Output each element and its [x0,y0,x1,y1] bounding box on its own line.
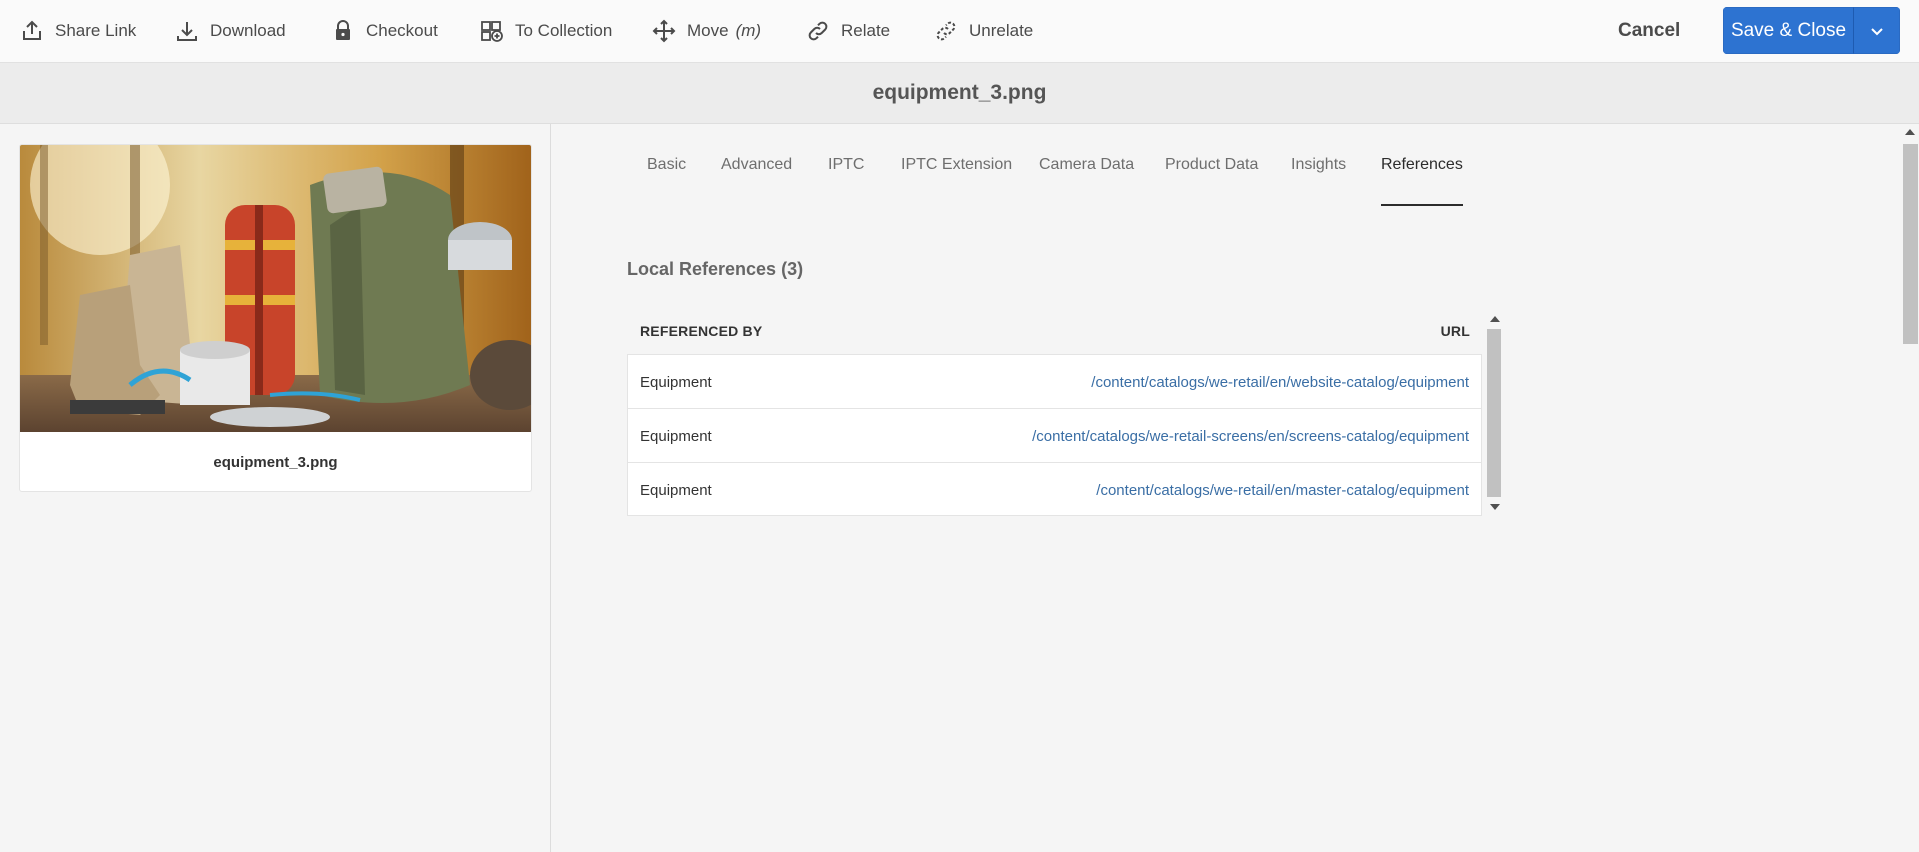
save-close-group: Save & Close [1723,7,1900,54]
move-icon [652,19,676,43]
table-scrollbar[interactable] [1486,312,1502,514]
reference-url-link[interactable]: /content/catalogs/we-retail/en/website-c… [1091,355,1469,409]
share-link-label: Share Link [55,21,137,40]
reference-url-link[interactable]: /content/catalogs/we-retail/en/master-ca… [1096,463,1469,517]
share-link-button[interactable]: Share Link [20,0,136,62]
asset-title-bar: equipment_3.png [0,63,1919,124]
unrelate-button[interactable]: Unrelate [934,0,1033,62]
references-table: REFERENCED BY URL Equipment /content/cat… [627,308,1482,517]
asset-preview-panel: equipment_3.png [0,124,551,852]
referenced-by-cell: Equipment [640,481,712,499]
hiking-gear-image [20,145,531,432]
tab-basic[interactable]: Basic [647,124,686,206]
lock-icon [336,20,350,40]
download-label: Download [210,21,286,40]
save-close-button[interactable]: Save & Close [1723,7,1854,54]
checkout-button[interactable]: Checkout [331,0,438,62]
tab-camera-data[interactable]: Camera Data [1039,124,1134,206]
column-url: URL [1440,323,1470,339]
table-row: Equipment /content/catalogs/we-retail/en… [628,463,1481,517]
to-collection-label: To Collection [515,21,613,40]
referenced-by-cell: Equipment [640,373,712,391]
download-icon [177,22,197,41]
add-to-collection-icon [481,21,503,42]
table-row: Equipment /content/catalogs/we-retail/en… [628,355,1481,409]
link-icon [808,21,828,41]
table-header: REFERENCED BY URL [627,308,1482,354]
table-row: Equipment /content/catalogs/we-retail-sc… [628,409,1481,463]
tab-iptc-extension[interactable]: IPTC Extension [901,124,1012,206]
tab-product-data[interactable]: Product Data [1165,124,1258,206]
unlink-icon [936,21,956,41]
unrelate-label: Unrelate [969,21,1034,40]
scroll-down-arrow-icon[interactable] [1490,504,1500,510]
chevron-down-icon [1870,27,1883,35]
move-button[interactable]: Move (m) [652,0,761,62]
table-body: Equipment /content/catalogs/we-retail/en… [627,354,1482,516]
reference-url-link[interactable]: /content/catalogs/we-retail-screens/en/s… [1032,409,1469,463]
page-scroll-up-arrow-icon[interactable] [1905,129,1915,135]
move-shortcut: (m) [735,21,762,40]
to-collection-button[interactable]: To Collection [480,0,612,62]
action-toolbar: Share Link Download Checkout To Collecti… [0,0,1919,63]
page-scrollbar[interactable] [1901,124,1919,852]
share-icon [23,20,41,40]
tab-advanced[interactable]: Advanced [721,124,792,206]
tab-insights[interactable]: Insights [1291,124,1346,206]
local-references-title: Local References (3) [627,259,804,279]
page-title: equipment_3.png [872,81,1047,104]
tab-iptc[interactable]: IPTC [828,124,864,206]
column-referenced-by: REFERENCED BY [640,323,763,339]
page-scroll-thumb[interactable] [1903,144,1918,344]
cancel-button[interactable]: Cancel [1618,0,1680,62]
asset-card[interactable]: equipment_3.png [19,144,532,492]
asset-card-name: equipment_3.png [213,453,338,471]
download-button[interactable]: Download [175,0,286,62]
move-label: Move [687,21,729,40]
save-options-button[interactable] [1854,7,1900,54]
relate-label: Relate [841,21,891,40]
scroll-up-arrow-icon[interactable] [1490,316,1500,322]
relate-button[interactable]: Relate [806,0,890,62]
checkout-label: Checkout [366,21,438,40]
tab-references[interactable]: References [1381,124,1463,206]
referenced-by-cell: Equipment [640,427,712,445]
table-scroll-thumb[interactable] [1487,329,1501,497]
